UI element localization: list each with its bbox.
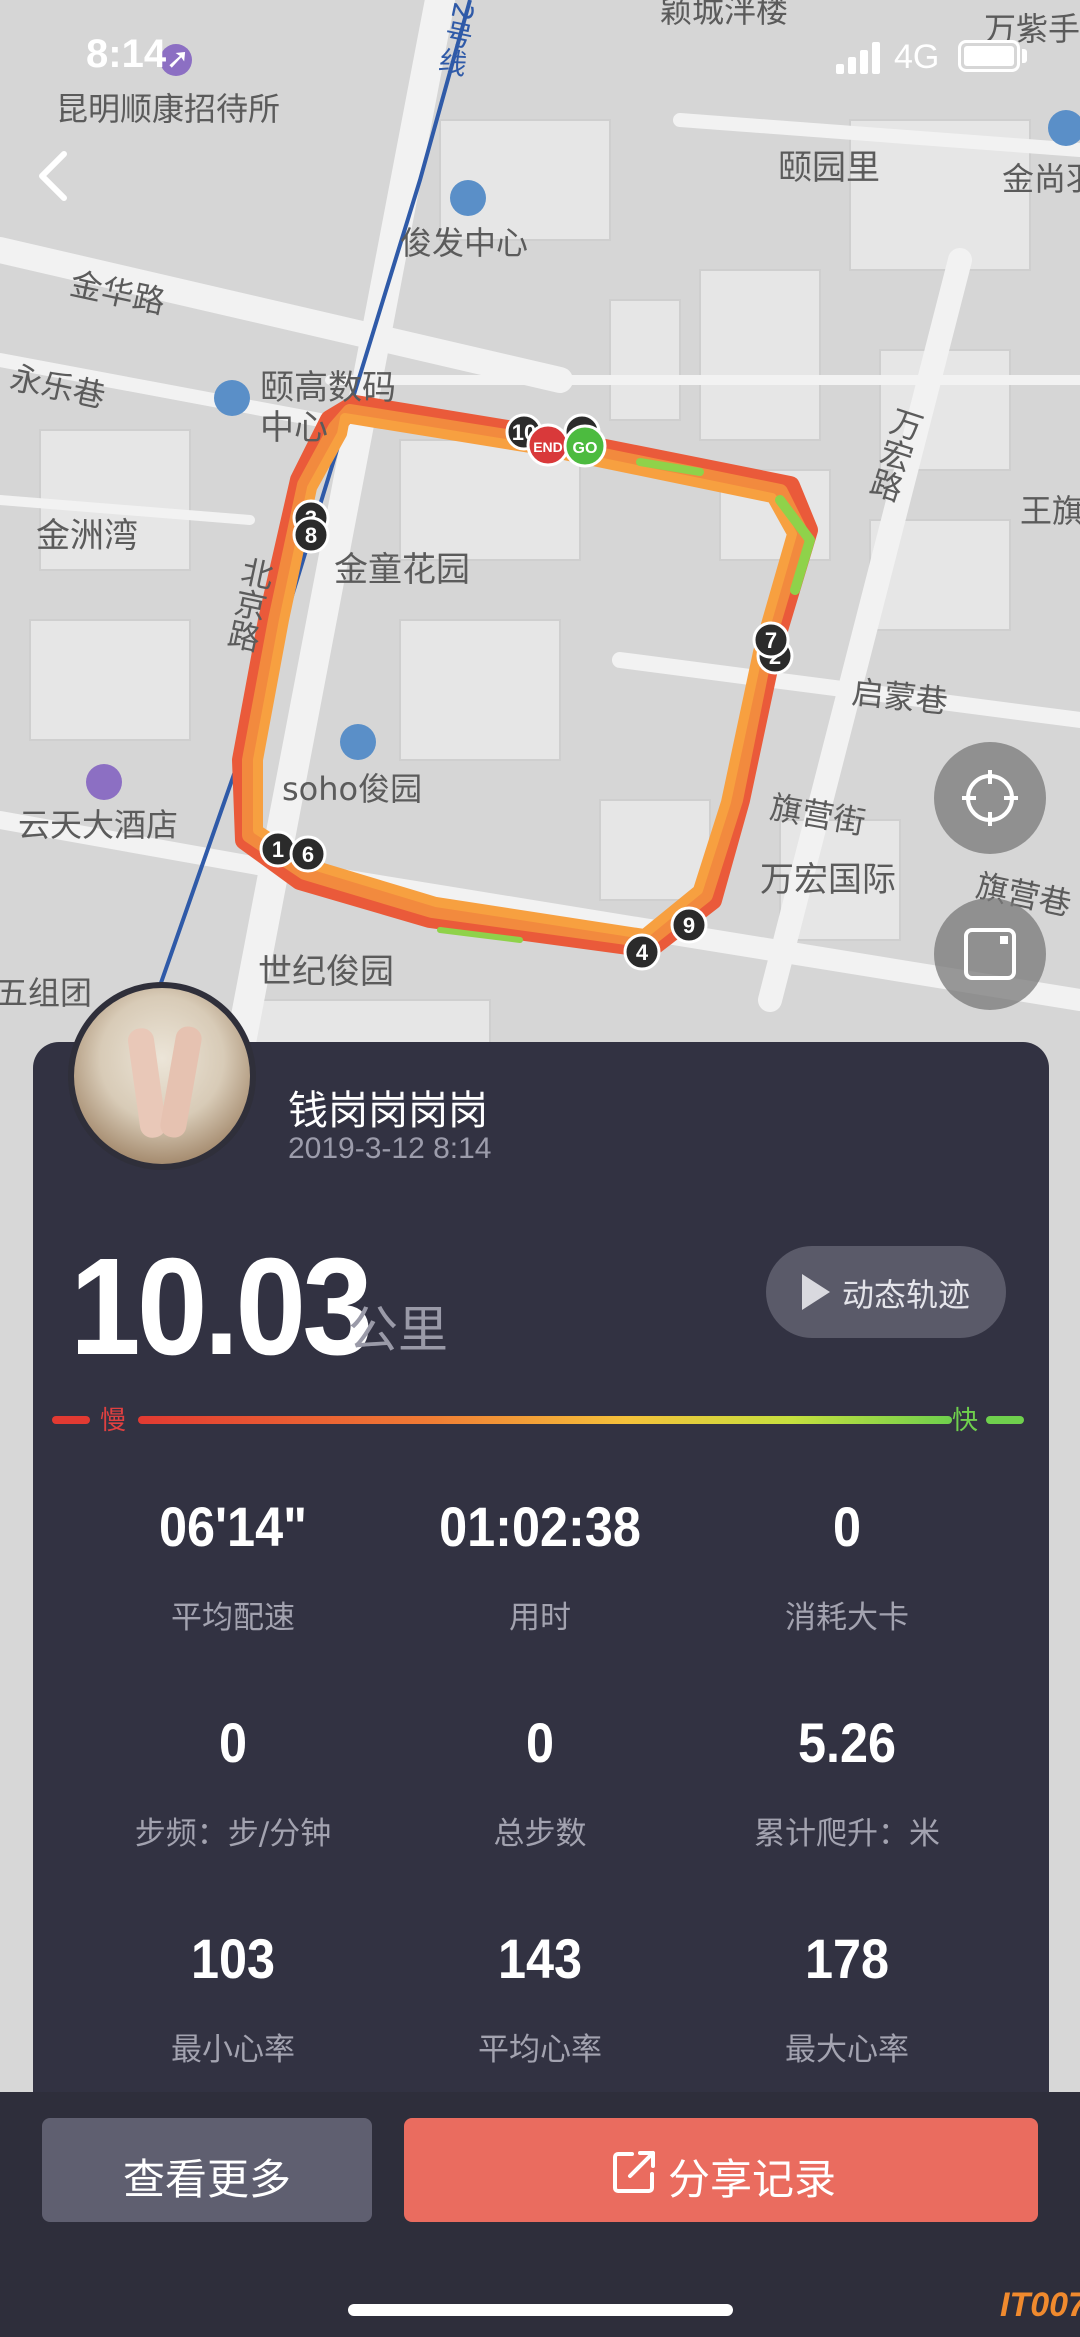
elevation-value: 5.26 xyxy=(797,1711,897,1774)
map-label: 中心 xyxy=(260,408,328,448)
view-more-label: 查看更多 xyxy=(122,2155,291,2204)
pace-color-bar xyxy=(52,1416,1024,1424)
map-label: 金洲湾 xyxy=(36,516,138,556)
square-frame-icon xyxy=(964,928,1016,980)
map-label: 世纪俊园 xyxy=(258,952,394,992)
status-time: 8:14 xyxy=(86,32,167,76)
back-chevron-icon[interactable] xyxy=(26,140,86,210)
distance-unit: 公里 xyxy=(348,1301,448,1359)
svg-text:6: 6 xyxy=(302,842,314,867)
share-icon xyxy=(613,2151,655,2193)
go-marker: GO xyxy=(573,440,598,457)
total-steps-value: 0 xyxy=(525,1711,555,1774)
play-icon xyxy=(802,1274,830,1310)
cadence-label: 步频：步/分钟 xyxy=(134,1816,332,1852)
svg-text:8: 8 xyxy=(305,523,317,548)
calories-label: 消耗大卡 xyxy=(785,1600,909,1636)
site-watermark: IT007 xyxy=(1000,2286,1080,2324)
max-heart-rate-label: 最大心率 xyxy=(785,2032,909,2068)
map-label: 金童花园 xyxy=(334,550,470,590)
map-label: 俊发中心 xyxy=(400,224,529,262)
view-more-button[interactable]: 查看更多 xyxy=(42,2118,372,2222)
avg-heart-rate-value: 143 xyxy=(497,1927,583,1990)
map-label: 金尚羽 xyxy=(1002,160,1080,198)
avatar-image xyxy=(74,988,250,1164)
avg-pace-label: 平均配速 xyxy=(171,1600,295,1636)
svg-text:9: 9 xyxy=(683,913,695,938)
map-label: 王旗 xyxy=(1020,492,1080,530)
battery-tip xyxy=(1022,49,1027,63)
cadence-value: 0 xyxy=(218,1711,248,1774)
elevation-label: 累计爬升：米 xyxy=(754,1816,940,1852)
battery-icon xyxy=(958,40,1020,72)
avatar[interactable] xyxy=(68,982,256,1170)
map-label: 云天大酒店 xyxy=(18,806,179,844)
map-label: soho俊园 xyxy=(282,770,423,808)
svg-text:1: 1 xyxy=(272,837,284,862)
end-marker: END xyxy=(533,439,563,455)
locate-button[interactable] xyxy=(934,742,1046,854)
status-bar: 8:14 ➚ 4G xyxy=(0,0,1080,120)
total-steps-label: 总步数 xyxy=(493,1816,587,1852)
min-heart-rate-label: 最小心率 xyxy=(171,2032,295,2068)
home-indicator[interactable] xyxy=(348,2304,733,2316)
svg-text:7: 7 xyxy=(765,628,777,653)
avg-pace-value: 06'14" xyxy=(158,1495,307,1558)
fast-label: 快 xyxy=(952,1406,979,1436)
map-label: 万宏国际 xyxy=(760,860,896,900)
user-name: 钱岗岗岗岗 xyxy=(288,1088,488,1134)
calories-value: 0 xyxy=(832,1495,862,1558)
min-heart-rate-value: 103 xyxy=(190,1927,276,1990)
duration-value: 01:02:38 xyxy=(439,1495,641,1558)
dynamic-track-button[interactable]: 动态轨迹 xyxy=(766,1246,1006,1338)
crosshair-icon xyxy=(962,770,1018,826)
duration-label: 用时 xyxy=(509,1600,571,1636)
svg-text:4: 4 xyxy=(636,940,649,965)
distance-value: 10.03 xyxy=(70,1230,373,1384)
dynamic-track-label: 动态轨迹 xyxy=(842,1276,971,1314)
map-label: 启蒙巷 xyxy=(850,673,950,721)
map-streets: 3 8 10 2 7 1 6 4 9 END GO xyxy=(0,0,1080,1100)
map-layer-button[interactable] xyxy=(934,898,1046,1010)
map-label: 颐园里 xyxy=(778,148,880,188)
share-record-label: 分享记录 xyxy=(668,2155,837,2204)
run-datetime: 2019-3-12 8:14 xyxy=(288,1132,492,1165)
share-record-button[interactable]: 分享记录 xyxy=(404,2118,1038,2222)
map-label: 五组团 xyxy=(0,974,93,1012)
max-heart-rate-value: 178 xyxy=(804,1927,890,1990)
signal-icon xyxy=(836,42,880,74)
avg-heart-rate-label: 平均心率 xyxy=(478,2032,602,2068)
network-type: 4G xyxy=(894,38,940,76)
location-arrow-icon: ➚ xyxy=(166,42,190,75)
slow-label: 慢 xyxy=(100,1406,127,1436)
